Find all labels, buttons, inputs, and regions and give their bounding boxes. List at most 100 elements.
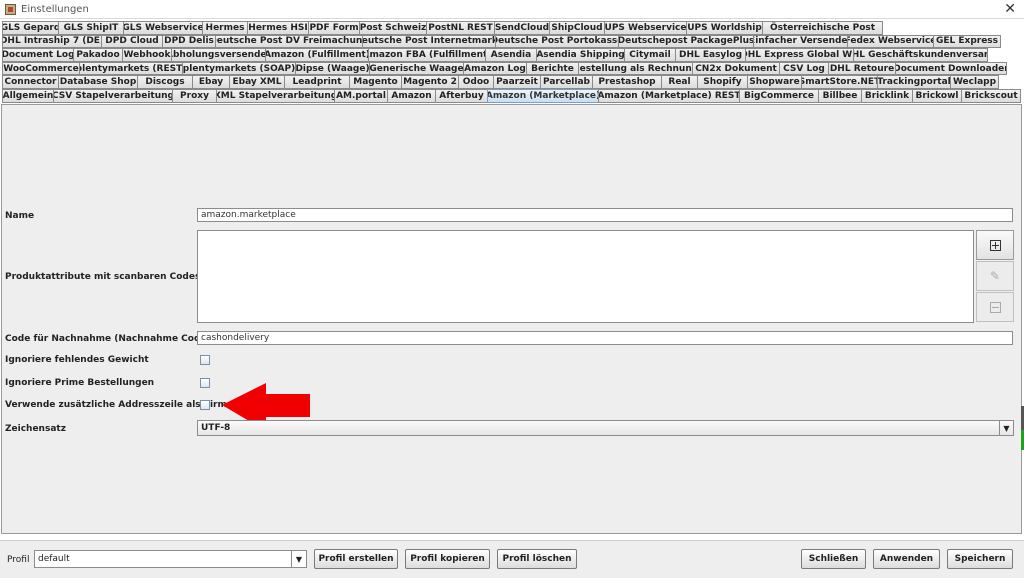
tab-deutschepost-packageplus[interactable]: Deutschepost PackagePlus [618,34,754,49]
tab-ebay-xml[interactable]: Ebay XML [229,75,285,89]
tab-amazon-fulfillment[interactable]: Amazon (Fulfillment) [265,48,369,62]
tab-post-schweiz[interactable]: Post Schweiz [359,21,427,35]
charset-select[interactable]: UTF-8 ▼ [197,420,1014,436]
tab-bestellung-als-rechnung[interactable]: Bestellung als Rechnung [578,61,693,76]
tab-cn2x-dokument[interactable]: CN2x Dokument [692,61,780,76]
apply-button[interactable]: Anwenden [873,549,940,569]
tab-amazon-fba-fulfillment[interactable]: Amazon FBA (Fulfillment) [368,48,486,62]
tab-asendia[interactable]: Asendia [485,48,537,62]
tab-shopware[interactable]: Shopware [747,75,802,89]
tab-fedex-webservice[interactable]: Fedex Webservice [847,34,934,49]
tab-bricklink[interactable]: Bricklink [861,88,913,103]
profile-copy-button[interactable]: Profil kopieren [405,549,490,569]
tab-bigcommerce[interactable]: BigCommerce [739,88,819,103]
tab-dhl-retoure[interactable]: DHL Retoure [828,61,896,76]
profile-delete-button[interactable]: Profil löschen [497,549,577,569]
tab-amazon-log[interactable]: Amazon Log [463,61,527,76]
tab-brickowl[interactable]: Brickowl [912,88,962,103]
tab-paarzeit[interactable]: Paarzeit [493,75,541,89]
chevron-down-icon[interactable]: ▼ [291,551,306,567]
add-button[interactable] [976,230,1014,260]
tab-smartstore-net[interactable]: SmartStore.NET [801,75,878,89]
tab-leadprint[interactable]: Leadprint [284,75,350,89]
tab-brickscout[interactable]: Brickscout [961,88,1021,103]
profile-create-button[interactable]: Profil erstellen [314,549,398,569]
tab-postnl-rest[interactable]: PostNL REST [426,21,495,35]
tab-dpd-delis[interactable]: DPD Delis [162,34,216,49]
tab-plentymarkets-soap[interactable]: plentymarkets (SOAP) [182,61,296,76]
ignore-weight-checkbox[interactable] [200,355,210,365]
tab-citymail[interactable]: Citymail [624,48,676,62]
close-icon[interactable]: ✕ [1004,0,1016,19]
tab-ups-worldship[interactable]: UPS Worldship [686,21,763,35]
tab-afterbuy[interactable]: Afterbuy [435,88,488,103]
tab-amazon-marketplace[interactable]: Amazon (Marketplace) [487,88,599,103]
tab-österreichische-post[interactable]: Österreichische Post [762,21,883,35]
tab-pakadoo[interactable]: Pakadoo [73,48,123,62]
edit-button[interactable]: ✎ [976,261,1014,291]
tab-magento[interactable]: Magento [349,75,402,89]
tab-document-log[interactable]: Document Log [2,48,74,62]
produktattribute-list[interactable] [197,230,974,323]
tab-gel-express[interactable]: GEL Express [933,34,1001,49]
tab-magento-2[interactable]: Magento 2 [401,75,459,89]
name-field[interactable]: amazon.marketplace [197,208,1013,222]
tab-discogs[interactable]: Discogs [137,75,193,89]
tab-amazon[interactable]: Amazon [387,88,436,103]
tab-prestashop[interactable]: Prestashop [592,75,662,89]
profil-select[interactable]: default ▼ [34,550,307,568]
tab-weclapp[interactable]: Weclapp [950,75,999,89]
tab-csv-stapelverarbeitung[interactable]: CSV Stapelverarbeitung [53,88,173,103]
tab-deutsche-post-internetmarke[interactable]: Deutsche Post Internetmarke [362,34,496,49]
tab-berichte[interactable]: Berichte [526,61,579,76]
address-line-checkbox[interactable] [200,400,210,410]
tab-hermes[interactable]: Hermes [202,21,248,35]
tab-trackingportal[interactable]: Trackingportal [877,75,951,89]
tab-dhl-express-global-ws[interactable]: DHL Express Global WS [745,48,854,62]
tab-asendia-shipping[interactable]: Asendia Shipping [536,48,625,62]
tab-allgemein[interactable]: Allgemein [2,88,54,103]
tab-amazon-marketplace-rest[interactable]: Amazon (Marketplace) REST [598,88,740,103]
tab-real[interactable]: Real [661,75,698,89]
nachnahme-field[interactable]: cashondelivery [197,331,1013,345]
tab-document-downloader[interactable]: Document Downloader [895,61,1007,76]
chevron-down-icon[interactable]: ▼ [999,421,1013,435]
tab-dhl-intraship-7-de[interactable]: DHL Intraship 7 (DE) [2,34,102,49]
tab-gls-webservice[interactable]: GLS Webservice [123,21,203,35]
tab-gls-shipit[interactable]: GLS ShipIT [58,21,124,35]
tab-dhl-easylog[interactable]: DHL Easylog [675,48,746,62]
tab-generische-waage[interactable]: Generische Waage [369,61,464,76]
tab-billbee[interactable]: Billbee [818,88,862,103]
close-button[interactable]: Schließen [801,549,866,569]
save-button[interactable]: Speichern [947,549,1013,569]
tab-einfacher-versender[interactable]: Einfacher Versender [753,34,848,49]
tab-dipse-waage[interactable]: Dipse (Waage) [295,61,370,76]
tab-sendcloud[interactable]: SendCloud [494,21,550,35]
tab-pdf-form[interactable]: PDF Form [308,21,360,35]
tab-dpd-cloud[interactable]: DPD Cloud [101,34,163,49]
tab-odoo[interactable]: Odoo [458,75,494,89]
tab-woocommerce[interactable]: WooCommerce [2,61,80,76]
tab-xml-stapelverarbeitung[interactable]: XML Stapelverarbeitung [216,88,335,103]
edit-icon: ✎ [989,269,1001,283]
tab-connector[interactable]: Connector [2,75,59,89]
tab-dhl-geschäftskundenversand[interactable]: DHL Geschäftskundenversand [853,48,988,62]
tab-database-shop[interactable]: Database Shop [58,75,138,89]
tab-deutsche-post-dv-freimachung[interactable]: Deutsche Post DV Freimachung [215,34,363,49]
tab-parcellab[interactable]: Parcellab [540,75,593,89]
tab-gls-gepard[interactable]: GLS Gepard [2,21,59,35]
tab-webhook[interactable]: Webhook [122,48,172,62]
tab-am-portal[interactable]: AM.portal [334,88,388,103]
tab-ups-webservice[interactable]: UPS Webservice [604,21,687,35]
tab-shipcloud[interactable]: ShipCloud [549,21,605,35]
ignore-prime-checkbox[interactable] [200,378,210,388]
tab-deutsche-post-portokasse[interactable]: Deutsche Post Portokasse [495,34,619,49]
tab-ebay[interactable]: Ebay [192,75,230,89]
tab-csv-log[interactable]: CSV Log [779,61,829,76]
tab-proxy[interactable]: Proxy [172,88,217,103]
tab-plentymarkets-rest[interactable]: plentymarkets (REST) [79,61,183,76]
tab-hermes-hsi[interactable]: Hermes HSI [247,21,309,35]
remove-button[interactable] [976,292,1014,322]
tab-abholungsversender[interactable]: Abholungsversender [171,48,266,62]
tab-shopify[interactable]: Shopify [697,75,748,89]
